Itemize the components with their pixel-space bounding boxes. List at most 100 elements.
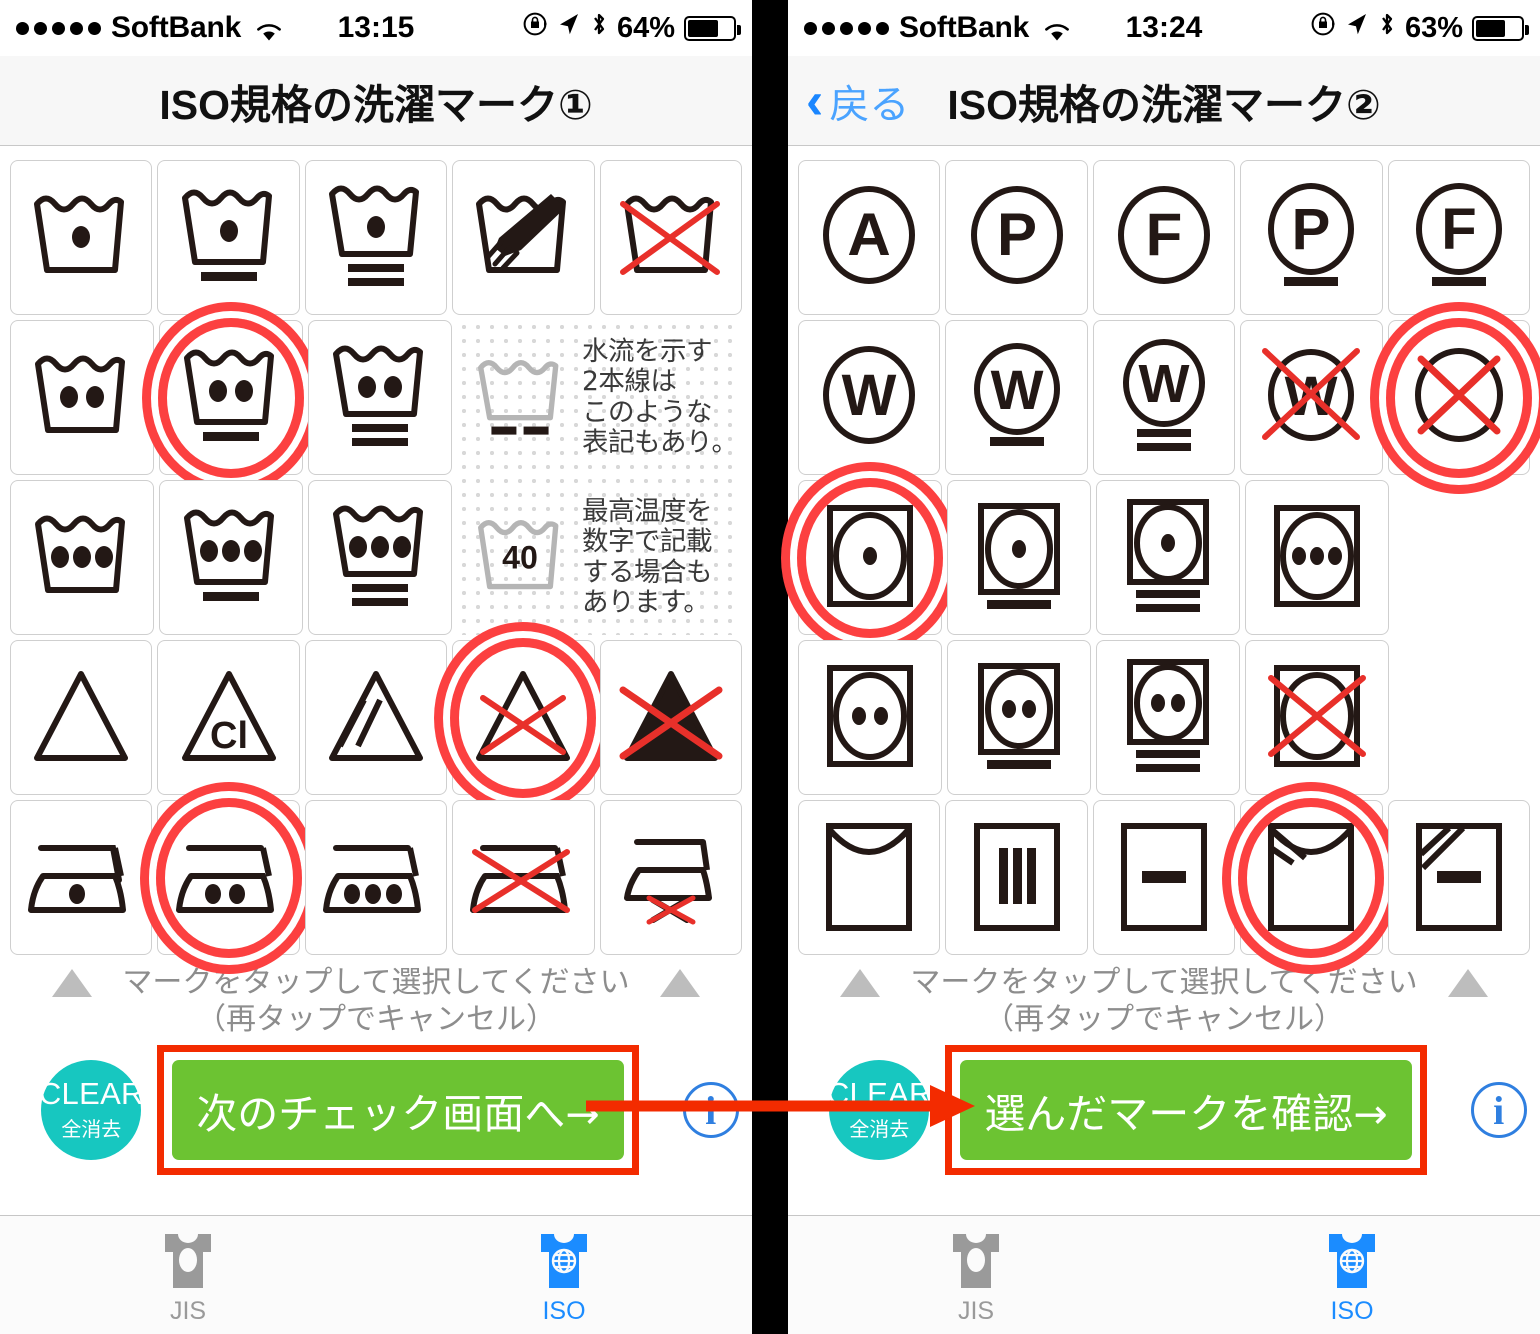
clear-button-label: CLEAR — [38, 1076, 144, 1112]
annotation-text: 水流を示す 2本線は このような 表記もあり。 — [582, 336, 738, 458]
mark-tumble-dry-normal-very-mild[interactable] — [1096, 640, 1240, 795]
mark-wash-very-mild-2dot[interactable] — [308, 320, 452, 475]
screen-1: SoftBank 13:15 64% ISO規格の洗濯マーク① 水流を示す 2本… — [0, 0, 752, 1334]
mark-line-dry-shade[interactable] — [1238, 797, 1385, 958]
mark-do-not-iron[interactable] — [452, 800, 595, 955]
primary-button-highlight: 選んだマークを確認→ — [945, 1045, 1427, 1176]
grid-row: W W W — [798, 317, 1532, 478]
svg-text:Cl: Cl — [210, 715, 248, 757]
mark-tumble-dry-low-very-mild[interactable] — [1096, 480, 1240, 635]
mark-wash-normal-2dot[interactable] — [10, 320, 154, 475]
tab-iso[interactable]: ISO — [376, 1216, 752, 1334]
tab-jis[interactable]: JIS — [0, 1216, 376, 1334]
mark-do-not-tumble-dry[interactable] — [1245, 640, 1389, 795]
tab-jis-label: JIS — [957, 1297, 995, 1325]
mark-no-steam-iron[interactable] — [599, 800, 743, 955]
battery-icon — [1472, 15, 1529, 41]
grid-row — [798, 797, 1531, 958]
marks-grid-wrapper: 水流を示す 2本線は このような 表記もあり。 40 最高温度を 数字で記載 す… — [0, 146, 752, 958]
mark-wash-normal-3dot[interactable] — [10, 480, 154, 635]
marks-grid-wrapper: A P F P F W W W — [788, 146, 1540, 958]
tab-bar: JIS ISO — [0, 1215, 752, 1334]
wash-tub-40-gray-icon: 40 — [457, 508, 582, 608]
carrier-label: SoftBank — [111, 11, 242, 44]
instruction-line-1: マークをタップして選択してください — [840, 965, 1488, 1002]
mark-wetclean-very-mild[interactable]: W — [1092, 320, 1236, 475]
mark-do-not-dryclean[interactable] — [1385, 317, 1532, 478]
annotation-text: 最高温度を 数字で記載 する場合も あります。 — [582, 496, 713, 618]
back-button[interactable]: ‹ 戻る — [806, 72, 909, 130]
tab-bar: JIS ISO — [788, 1215, 1540, 1334]
mark-do-not-wash[interactable] — [599, 160, 743, 315]
mark-drip-dry[interactable] — [945, 800, 1088, 955]
wash-tub-2bar-gray-icon — [457, 348, 582, 448]
mark-wetclean-mild[interactable]: W — [945, 320, 1088, 475]
mark-wash-mild-2dot[interactable] — [158, 317, 304, 478]
mark-wash-mild-3dot[interactable] — [159, 480, 303, 635]
mark-bleach-non-chlorine[interactable] — [304, 640, 448, 795]
dual-screenshot-container: SoftBank 13:15 64% ISO規格の洗濯マーク① 水流を示す 2本… — [0, 0, 1540, 1334]
grid-row-left-group — [10, 317, 452, 635]
triangle-up-icon — [52, 969, 93, 998]
tab-iso[interactable]: ISO — [1164, 1216, 1540, 1334]
mark-do-not-wetclean[interactable]: W — [1240, 320, 1383, 475]
info-icon[interactable]: i — [682, 1082, 739, 1139]
next-check-screen-button[interactable]: 次のチェック画面へ→ — [172, 1060, 624, 1161]
back-button-label: 戻る — [829, 82, 910, 127]
mark-wash-very-mild-3dot[interactable] — [308, 480, 452, 635]
instructions: マークをタップして選択してください （再タップでキャンセル） — [788, 965, 1540, 1038]
mark-line-dry[interactable] — [798, 800, 941, 955]
status-bar-left: SoftBank — [16, 11, 283, 45]
mark-bleach-chlorine[interactable]: Cl — [157, 640, 300, 795]
instruction-line-2: （再タップでキャンセル） — [196, 1001, 556, 1037]
battery-icon — [684, 15, 741, 41]
nav-bar: ‹ 戻る ISO規格の洗濯マーク② — [788, 56, 1540, 146]
mark-wash-mild-1dot[interactable] — [157, 160, 300, 315]
mark-bleach-any[interactable] — [10, 640, 153, 795]
clear-button[interactable]: CLEAR 全消去 — [826, 1060, 932, 1161]
mark-dryclean-any-solvent[interactable]: A — [798, 160, 941, 315]
mark-dryclean-perchloro[interactable]: P — [945, 160, 1088, 315]
mark-do-not-bleach[interactable] — [450, 637, 597, 798]
grid-row — [10, 797, 743, 958]
status-bar-right: 64% — [522, 10, 741, 46]
clear-button-sublabel: 全消去 — [61, 1117, 122, 1142]
mark-wash-normal-1dot[interactable] — [10, 160, 153, 315]
mark-tumble-dry-3dot[interactable] — [1245, 480, 1389, 635]
confirm-selected-marks-button[interactable]: 選んだマークを確認→ — [960, 1060, 1412, 1161]
grid-row — [798, 640, 1530, 795]
mark-iron-medium[interactable] — [155, 797, 302, 958]
action-bar: CLEAR 全消去 次のチェック画面へ→ i — [0, 1045, 752, 1176]
mark-tumble-dry-normal[interactable] — [798, 640, 942, 795]
mark-tumble-dry-low-mild[interactable] — [947, 480, 1091, 635]
instruction-primary-text: マークをタップして選択してください — [910, 965, 1418, 1000]
info-icon[interactable]: i — [1470, 1082, 1527, 1139]
clear-button[interactable]: CLEAR 全消去 — [38, 1060, 144, 1161]
wifi-icon — [1043, 17, 1071, 41]
instruction-primary-text: マークをタップして選択してください — [122, 965, 630, 1000]
mark-flat-dry[interactable] — [1092, 800, 1236, 955]
mark-do-not-bleach-filled[interactable] — [599, 640, 743, 795]
clear-button-label: CLEAR — [826, 1076, 932, 1112]
status-bar-right: 63% — [1310, 10, 1529, 46]
location-arrow-icon — [557, 11, 581, 45]
tshirt-icon — [157, 1224, 219, 1295]
svg-text:A: A — [848, 201, 891, 268]
signal-dots-icon — [16, 21, 101, 35]
mark-iron-low[interactable] — [10, 800, 153, 955]
action-bar: CLEAR 全消去 選んだマークを確認→ i — [788, 1045, 1540, 1176]
mark-tumble-dry-normal-mild[interactable] — [947, 640, 1091, 795]
mark-dryclean-hydrocarbon[interactable]: F — [1092, 160, 1236, 315]
mark-wash-very-mild-1dot[interactable] — [304, 160, 448, 315]
mark-dryclean-perchloro-mild[interactable]: P — [1240, 160, 1383, 315]
mark-wetclean-normal[interactable]: W — [798, 320, 941, 475]
mark-hand-wash[interactable] — [452, 160, 595, 315]
annotation-item: 水流を示す 2本線は このような 表記もあり。 — [457, 320, 742, 475]
mark-tumble-dry-low[interactable] — [797, 477, 943, 638]
screen-divider — [752, 0, 788, 1334]
tab-jis[interactable]: JIS — [788, 1216, 1164, 1334]
mark-dryclean-hydrocarbon-mild[interactable]: F — [1387, 160, 1531, 315]
mark-flat-dry-shade[interactable] — [1387, 800, 1531, 955]
mark-iron-high[interactable] — [304, 800, 448, 955]
carrier-label: SoftBank — [899, 11, 1030, 44]
